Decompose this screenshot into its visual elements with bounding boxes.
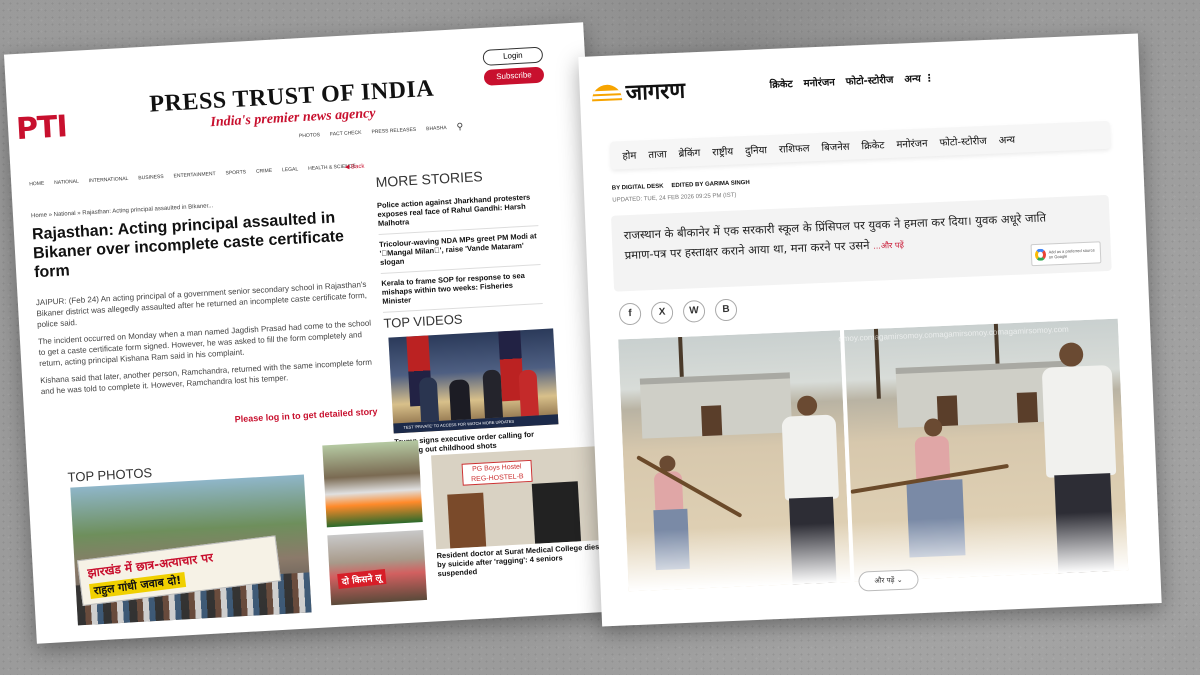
x-icon[interactable]: X <box>650 301 674 325</box>
bookmark-icon[interactable]: B <box>714 298 738 322</box>
login-to-read-link[interactable]: Please log in to get detailed story <box>234 406 377 424</box>
facebook-icon[interactable]: f <box>618 302 642 326</box>
nav-item[interactable]: दुनिया <box>745 142 767 157</box>
google-icon <box>1034 248 1046 262</box>
video-thumbnail[interactable]: TEST 'PRIVATE' TO ACCESS FOR WATCH MORE … <box>388 328 559 434</box>
read-more-button[interactable]: और पढ़ें ⌄ <box>858 569 919 592</box>
door-shape <box>1016 392 1039 423</box>
jagran-logo[interactable]: जागरण <box>591 75 686 109</box>
person-head <box>923 418 943 437</box>
building-shape <box>639 372 793 439</box>
pti-main-nav: HOME NATIONAL INTERNATIONAL BUSINESS ENT… <box>29 163 356 187</box>
back-link[interactable]: ◀ Back <box>345 163 365 171</box>
nav-entertainment[interactable]: ENTERTAINMENT <box>173 171 215 179</box>
topnav-entertainment[interactable]: मनोरंजन <box>803 74 835 89</box>
topnav-cricket[interactable]: क्रिकेट <box>769 76 792 91</box>
pti-screenshot: PTI PRESS TRUST OF INDIA India's premier… <box>3 22 617 644</box>
topnav-press-releases[interactable]: PRESS RELEASES <box>371 126 416 134</box>
nav-legal[interactable]: LEGAL <box>282 166 298 173</box>
subscribe-button[interactable]: Subscribe <box>483 66 545 86</box>
door-shape <box>531 481 582 544</box>
byline: BY DIGITAL DESK EDITED BY GARIMA SINGH <box>612 180 750 192</box>
byline-author[interactable]: BY DIGITAL DESK <box>612 184 664 192</box>
more-stories-heading: MORE STORIES <box>375 168 484 191</box>
person-shirt <box>781 414 840 501</box>
read-more-inline-link[interactable]: ...और पढ़ें <box>873 241 904 251</box>
login-button[interactable]: Login <box>482 46 544 66</box>
whatsapp-icon[interactable]: W <box>682 299 706 323</box>
top-photos-heading: TOP PHOTOS <box>67 465 153 485</box>
person-shape <box>518 369 539 417</box>
more-stories-list: Police action against Jharkhand proteste… <box>376 187 543 313</box>
nav-international[interactable]: INTERNATIONAL <box>89 176 129 184</box>
person-head <box>796 395 818 417</box>
top-videos-heading: TOP VIDEOS <box>383 311 463 331</box>
back-label: Back <box>350 163 365 171</box>
nav-item[interactable]: राशिफल <box>779 140 810 155</box>
jagran-top-nav: क्रिकेट मनोरंजन फोटो-स्टोरीज अन्य ⋮ <box>769 70 934 91</box>
person-shape <box>418 376 440 422</box>
article-summary: राजस्थान के बीकानेर में एक सरकारी स्कूल … <box>610 194 1112 292</box>
topnav-more[interactable]: अन्य ⋮ <box>904 70 934 85</box>
sun-icon <box>591 84 623 102</box>
nav-item[interactable]: होम <box>622 148 636 163</box>
person-shirt <box>1041 364 1117 478</box>
nav-crime[interactable]: CRIME <box>256 168 272 175</box>
stick-shape <box>636 455 743 518</box>
jagran-name: जागरण <box>625 78 686 107</box>
person-shape <box>482 369 504 419</box>
topnav-photo-stories[interactable]: फोटो-स्टोरीज <box>845 72 894 88</box>
article-image[interactable]: omoy.comagamirsomoy.comagamirsomoy.comag… <box>618 318 1129 592</box>
topnav-photos[interactable]: PHOTOS <box>299 132 320 139</box>
topnav-more-label: अन्य <box>904 73 922 86</box>
nav-home[interactable]: HOME <box>29 181 44 188</box>
photo-parade[interactable] <box>322 440 423 528</box>
more-dots-icon: ⋮ <box>924 73 935 85</box>
nav-item[interactable]: राष्ट्रीय <box>712 144 733 159</box>
byline-editor[interactable]: EDITED BY GARIMA SINGH <box>671 180 750 189</box>
nav-item[interactable]: क्रिकेट <box>861 137 884 152</box>
article-body: JAIPUR: (Feb 24) An acting principal of … <box>36 278 381 403</box>
nav-item[interactable]: अन्य <box>998 132 1016 147</box>
pti-logo[interactable]: PTI <box>15 109 67 147</box>
topnav-fact-check[interactable]: FACT CHECK <box>330 129 362 137</box>
nav-item[interactable]: फोटो-स्टोरीज <box>939 133 987 149</box>
photo-hostel[interactable]: PG Boys Hostel REG-HOSTEL-B <box>431 446 602 550</box>
topnav-bhasha[interactable]: BHASHA <box>426 125 447 132</box>
nav-business[interactable]: BUSINESS <box>138 174 164 181</box>
nav-item[interactable]: ब्रेकिंग <box>678 145 700 160</box>
door-shape <box>447 492 487 549</box>
door-shape <box>701 405 723 437</box>
nav-sports[interactable]: SPORTS <box>225 169 246 176</box>
nav-item[interactable]: बिजनेस <box>821 139 849 154</box>
google-badge-text: Add as a preferred source on Google <box>1048 247 1095 260</box>
summary-text-block: राजस्थान के बीकानेर में एक सरकारी स्कूल … <box>623 207 1064 267</box>
jagran-main-nav: होम ताजा ब्रेकिंग राष्ट्रीय दुनिया राशिफ… <box>609 120 1111 170</box>
person-head <box>1058 342 1084 368</box>
summary-text: राजस्थान के बीकानेर में एक सरकारी स्कूल … <box>623 210 1047 263</box>
updated-timestamp: UPDATED: TUE, 24 FEB 2026 09:25 PM (IST) <box>612 192 737 204</box>
photo-protest[interactable]: झारखंड में छात्र-अत्याचार पर राहुल गांधी… <box>70 474 312 626</box>
article-headline: Rajasthan: Acting principal assaulted in… <box>31 209 345 282</box>
person-shape <box>448 379 472 421</box>
social-share-bar: f X W B <box>618 298 738 326</box>
jagran-screenshot: जागरण क्रिकेट मनोरंजन फोटो-स्टोरीज अन्य … <box>578 33 1162 627</box>
search-icon[interactable]: ⚲ <box>456 121 463 132</box>
chevron-down-icon: ⌄ <box>896 575 903 585</box>
read-more-label: और पढ़ें <box>874 576 895 586</box>
hostel-sign: PG Boys Hostel REG-HOSTEL-B <box>461 459 533 486</box>
nav-item[interactable]: ताजा <box>648 146 667 161</box>
nav-item[interactable]: मनोरंजन <box>896 135 928 150</box>
google-preferred-source-badge[interactable]: Add as a preferred source on Google <box>1030 241 1102 267</box>
story-link[interactable]: Kerala to frame SOP for response to sea … <box>380 265 543 313</box>
photo-rally[interactable]: दो किसने लू <box>327 529 428 606</box>
nav-national[interactable]: NATIONAL <box>54 179 79 186</box>
rally-banner: दो किसने लू <box>337 568 387 590</box>
